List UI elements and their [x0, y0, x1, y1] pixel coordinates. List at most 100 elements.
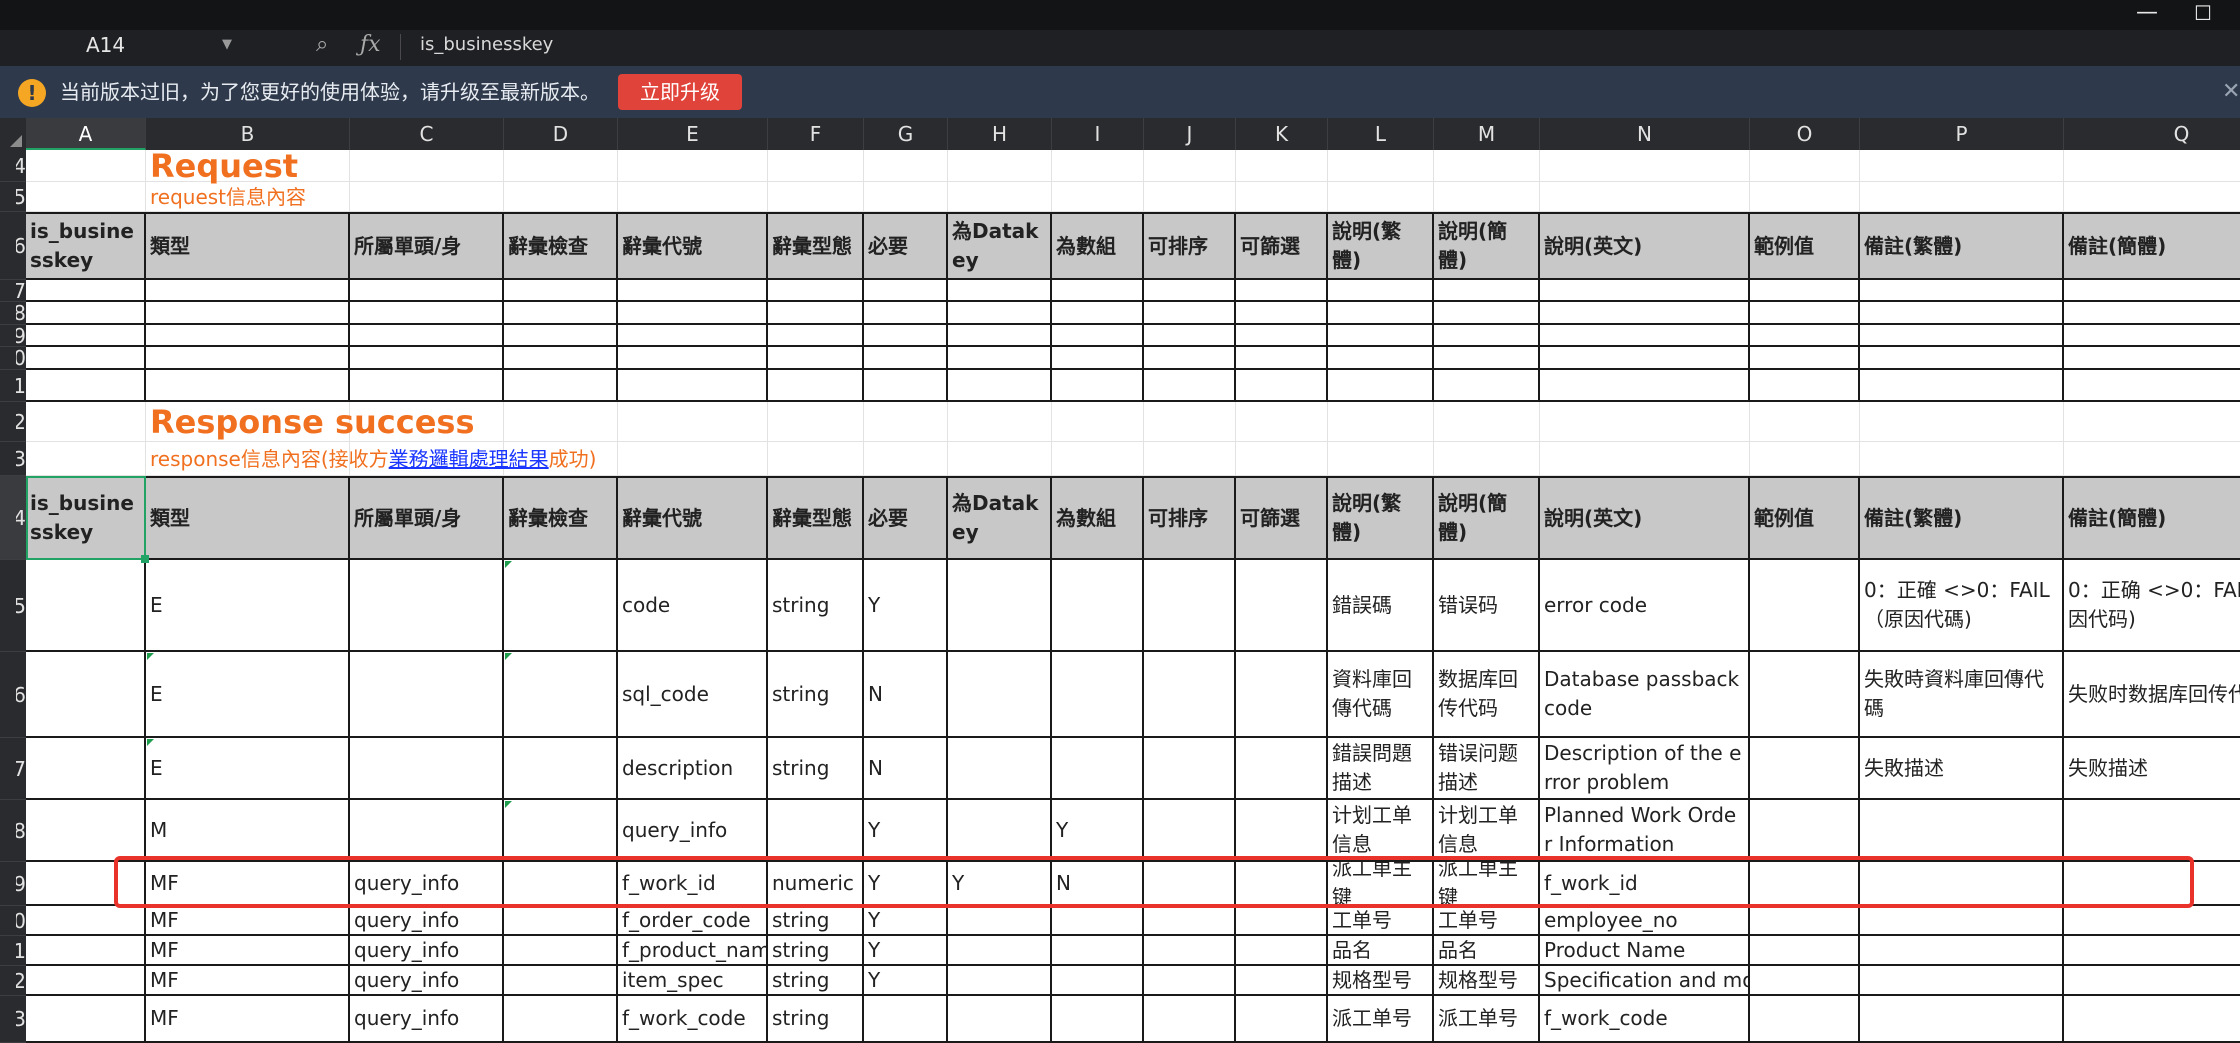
header-cell[interactable]: 範例值 — [1750, 476, 1860, 560]
cell[interactable] — [2064, 280, 2240, 302]
data-cell[interactable]: E — [146, 738, 350, 800]
data-cell[interactable] — [1052, 560, 1144, 652]
column-header-q[interactable]: Q — [2064, 118, 2240, 150]
cell[interactable] — [1236, 347, 1328, 370]
data-cell[interactable] — [26, 862, 146, 906]
cell[interactable] — [1434, 402, 1540, 442]
cell[interactable] — [618, 370, 768, 402]
cell[interactable] — [864, 370, 948, 402]
data-cell[interactable]: MF — [146, 936, 350, 966]
header-cell[interactable]: 辭彙型態 — [768, 476, 864, 560]
header-cell[interactable]: 可篩選 — [1236, 212, 1328, 280]
row-header-8[interactable]: 8 — [0, 302, 26, 325]
cell[interactable] — [1540, 325, 1750, 347]
row-header-21[interactable]: 21 — [0, 936, 26, 966]
data-cell[interactable] — [768, 800, 864, 862]
cell[interactable] — [1434, 347, 1540, 370]
cell[interactable] — [948, 402, 1052, 442]
row-header-12[interactable]: 12 — [0, 402, 26, 442]
data-cell[interactable]: string — [768, 906, 864, 936]
data-cell[interactable]: 0：正确 <>0：FAIL（原因代码) — [2064, 560, 2240, 652]
data-cell[interactable]: string — [768, 652, 864, 738]
column-header-g[interactable]: G — [864, 118, 948, 150]
data-cell[interactable] — [26, 738, 146, 800]
data-cell[interactable] — [1144, 800, 1236, 862]
data-cell[interactable]: Y — [1052, 800, 1144, 862]
data-cell[interactable]: Y — [948, 862, 1052, 906]
cell[interactable] — [948, 182, 1052, 212]
cell[interactable] — [1434, 150, 1540, 182]
data-cell[interactable]: 資料庫回傳代碼 — [1328, 652, 1434, 738]
data-cell[interactable]: 规格型号 — [1434, 966, 1540, 996]
data-cell[interactable]: Product Name — [1540, 936, 1750, 966]
data-cell[interactable] — [2064, 862, 2240, 906]
cell[interactable] — [2064, 442, 2240, 476]
cell[interactable] — [1144, 280, 1236, 302]
cell[interactable] — [1236, 182, 1328, 212]
data-cell[interactable]: query_info — [350, 906, 504, 936]
chevron-down-icon[interactable]: ▼ — [222, 30, 232, 60]
cell[interactable] — [1434, 182, 1540, 212]
cell[interactable] — [1860, 347, 2064, 370]
data-cell[interactable] — [1144, 906, 1236, 936]
row-header-20[interactable]: 20 — [0, 906, 26, 936]
header-cell[interactable]: 說明(簡體) — [1434, 476, 1540, 560]
data-cell[interactable]: string — [768, 560, 864, 652]
cell[interactable] — [350, 182, 504, 212]
data-cell[interactable]: 计划工单信息 — [1434, 800, 1540, 862]
row-header-11[interactable]: 11 — [0, 370, 26, 402]
data-cell[interactable] — [948, 800, 1052, 862]
data-cell[interactable]: 失敗時資料庫回傳代碼 — [1860, 652, 2064, 738]
data-cell[interactable] — [1144, 996, 1236, 1043]
column-header-p[interactable]: P — [1860, 118, 2064, 150]
cell[interactable] — [864, 150, 948, 182]
data-cell[interactable] — [1052, 996, 1144, 1043]
data-cell[interactable]: N — [1052, 862, 1144, 906]
header-cell[interactable]: 說明(簡體) — [1434, 212, 1540, 280]
data-cell[interactable] — [1750, 652, 1860, 738]
cell[interactable] — [1328, 370, 1434, 402]
data-cell[interactable]: item_spec — [618, 966, 768, 996]
cell[interactable] — [2064, 347, 2240, 370]
header-cell[interactable]: 可排序 — [1144, 212, 1236, 280]
cell[interactable] — [768, 442, 864, 476]
data-cell[interactable]: query_info — [350, 996, 504, 1043]
data-cell[interactable] — [350, 652, 504, 738]
cell[interactable] — [1860, 302, 2064, 325]
cell[interactable] — [1328, 182, 1434, 212]
data-cell[interactable] — [26, 966, 146, 996]
data-cell[interactable] — [948, 906, 1052, 936]
data-cell[interactable] — [1052, 738, 1144, 800]
header-cell[interactable]: 範例值 — [1750, 212, 1860, 280]
cell[interactable] — [618, 402, 768, 442]
cell[interactable] — [26, 302, 146, 325]
data-cell[interactable]: MF — [146, 966, 350, 996]
cell[interactable] — [948, 150, 1052, 182]
data-cell[interactable]: 失败时数据库回传代码 — [2064, 652, 2240, 738]
data-cell[interactable]: 数据库回传代码 — [1434, 652, 1540, 738]
data-cell[interactable] — [350, 800, 504, 862]
data-cell[interactable] — [1860, 966, 2064, 996]
header-cell[interactable]: 辭彙代號 — [618, 476, 768, 560]
data-cell[interactable]: E — [146, 560, 350, 652]
row-header-6[interactable]: 6 — [0, 212, 26, 280]
data-cell[interactable]: N — [864, 738, 948, 800]
data-cell[interactable] — [948, 652, 1052, 738]
cell[interactable] — [1052, 442, 1144, 476]
data-cell[interactable]: N — [864, 652, 948, 738]
cell[interactable] — [618, 442, 768, 476]
cell[interactable] — [1236, 370, 1328, 402]
row-header-18[interactable]: 18 — [0, 800, 26, 862]
data-cell[interactable]: Y — [864, 862, 948, 906]
cell[interactable] — [1434, 370, 1540, 402]
row-header-16[interactable]: 16 — [0, 652, 26, 738]
column-header-n[interactable]: N — [1540, 118, 1750, 150]
column-header-d[interactable]: D — [504, 118, 618, 150]
select-all-corner[interactable] — [0, 118, 26, 150]
data-cell[interactable] — [1144, 738, 1236, 800]
data-cell[interactable] — [1052, 652, 1144, 738]
cell[interactable] — [1144, 182, 1236, 212]
cell[interactable] — [1434, 280, 1540, 302]
data-cell[interactable] — [1750, 800, 1860, 862]
header-cell[interactable]: 備註(簡體) — [2064, 476, 2240, 560]
